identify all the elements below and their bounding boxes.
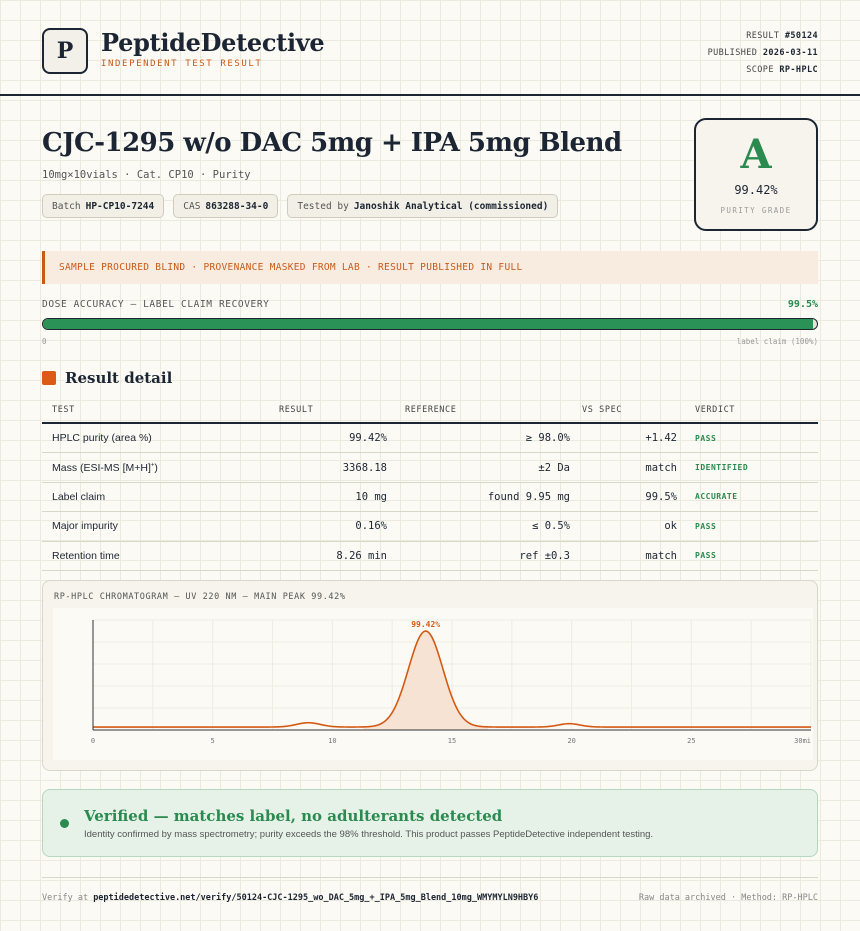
grade-value: 99.42% bbox=[734, 183, 778, 197]
x-tick-label: 30mi bbox=[794, 737, 811, 745]
x-tick-label: 10 bbox=[328, 737, 336, 745]
main-peak-label: 99.42% bbox=[411, 620, 440, 629]
x-tick-label: 20 bbox=[567, 737, 575, 745]
cell-reference: ±2 Da bbox=[538, 461, 570, 474]
dose-accuracy-bar bbox=[42, 318, 818, 330]
x-tick-label: 15 bbox=[448, 737, 456, 745]
col-test: TEST bbox=[52, 404, 75, 415]
meta-scope: SCOPE RP-HPLC bbox=[746, 65, 818, 75]
cell-vs-spec: ok bbox=[664, 520, 677, 533]
page-header: P PeptideDetective INDEPENDENT TEST RESU… bbox=[0, 0, 860, 96]
cell-test: Major impurity bbox=[52, 520, 118, 533]
x-tick-label: 5 bbox=[211, 737, 215, 745]
section-title: Result detail bbox=[65, 369, 173, 387]
chromatogram-title: RP-HPLC CHROMATOGRAM — UV 220 NM — MAIN … bbox=[54, 592, 346, 602]
verify-prefix: Verify at bbox=[42, 893, 89, 903]
verify-link-line: Verify at peptidedetective.net/verify/50… bbox=[42, 893, 538, 903]
cell-vs-spec: match bbox=[645, 461, 677, 474]
col-vs-spec: VS SPEC bbox=[582, 404, 623, 415]
cell-result: 0.16% bbox=[355, 520, 387, 533]
verified-title: Verified — matches label, no adulterants… bbox=[84, 807, 503, 825]
cell-verdict: PASS bbox=[695, 433, 717, 443]
cell-test: Label claim bbox=[52, 490, 106, 503]
cas-chip: CAS 863288-34-0 bbox=[173, 194, 279, 218]
result-detail-heading: Result detail bbox=[42, 369, 172, 387]
cell-verdict: PASS bbox=[695, 551, 717, 561]
verified-body: Identity confirmed by mass spectrometry;… bbox=[84, 829, 654, 840]
brand-tagline: INDEPENDENT TEST RESULT bbox=[101, 59, 263, 69]
dose-accuracy-value: 99.5% bbox=[787, 299, 818, 310]
meta-result: RESULT #50124 bbox=[746, 31, 818, 41]
col-reference: REFERENCE bbox=[405, 404, 457, 415]
product-title: CJC-1295 w/o DAC 5mg + IPA 5mg Blend bbox=[42, 128, 622, 158]
table-row: Label claim 10 mg found 9.95 mg 99.5% AC… bbox=[42, 483, 818, 513]
batch-chip: Batch HP-CP10-7244 bbox=[42, 194, 165, 218]
x-tick-label: 0 bbox=[91, 737, 95, 745]
col-verdict: VERDICT bbox=[695, 404, 736, 415]
table-header: TEST RESULT REFERENCE VS SPEC VERDICT bbox=[42, 397, 818, 424]
product-subline: 10mg×10vials · Cat. CP10 · Purity bbox=[42, 169, 251, 181]
cell-test: HPLC purity (area %) bbox=[52, 432, 152, 445]
verified-panel: Verified — matches label, no adulterants… bbox=[42, 789, 818, 857]
footer-divider bbox=[42, 877, 818, 878]
verified-dot-icon bbox=[60, 819, 69, 828]
cell-vs-spec: +1.42 bbox=[645, 432, 677, 445]
dose-min-label: 0 bbox=[42, 337, 47, 346]
purity-grade-card: A 99.42% PURITY GRADE bbox=[694, 118, 818, 231]
cell-result: 99.42% bbox=[349, 432, 387, 445]
brand-logo: P bbox=[42, 28, 88, 74]
cell-result: 8.26 min bbox=[336, 549, 387, 562]
dose-max-label: label claim (100%) bbox=[736, 337, 818, 346]
cell-result: 3368.18 bbox=[342, 461, 387, 474]
verify-url-link[interactable]: peptidedetective.net/verify/50124-CJC-12… bbox=[93, 893, 538, 903]
cell-result: 10 mg bbox=[355, 490, 387, 503]
table-row: HPLC purity (area %) 99.42% ≥ 98.0% +1.4… bbox=[42, 424, 818, 454]
table-row: Major impurity 0.16% ≤ 0.5% ok PASS bbox=[42, 512, 818, 542]
col-result: RESULT bbox=[279, 404, 314, 415]
meta-published: PUBLISHED 2026-03-11 bbox=[707, 48, 818, 58]
cell-vs-spec: match bbox=[645, 549, 677, 562]
grade-letter: A bbox=[740, 131, 772, 178]
dose-accuracy-fill bbox=[43, 319, 814, 329]
chromatogram-panel: RP-HPLC CHROMATOGRAM — UV 220 NM — MAIN … bbox=[42, 580, 818, 771]
table-row: Retention time 8.26 min ref ±0.3 match P… bbox=[42, 542, 818, 571]
cell-reference: ≥ 98.0% bbox=[525, 432, 570, 445]
x-tick-label: 25 bbox=[687, 737, 695, 745]
cell-verdict: IDENTIFIED bbox=[695, 463, 749, 473]
cell-reference: ≤ 0.5% bbox=[532, 520, 570, 533]
cell-vs-spec: 99.5% bbox=[645, 490, 677, 503]
grade-label: PURITY GRADE bbox=[720, 206, 792, 215]
product-chips: Batch HP-CP10-7244 CAS 863288-34-0 Tested … bbox=[42, 194, 559, 218]
cell-test: Retention time bbox=[52, 549, 120, 562]
cell-verdict: ACCURATE bbox=[695, 492, 738, 502]
dose-accuracy-label: DOSE ACCURACY — LABEL CLAIM RECOVERY bbox=[42, 299, 270, 310]
brand-name: PeptideDetective bbox=[101, 28, 325, 57]
result-table: TEST RESULT REFERENCE VS SPEC VERDICT HP… bbox=[42, 397, 818, 571]
footer-method: Raw data archived · Method: RP-HPLC bbox=[638, 893, 818, 903]
section-marker-icon bbox=[42, 371, 56, 385]
result-meta: RESULT #50124 PUBLISHED 2026-03-11 SCOPE… bbox=[708, 28, 818, 79]
chromatogram-chart: 0 5 10 15 20 25 30mi 99.42% bbox=[53, 608, 813, 760]
cell-verdict: PASS bbox=[695, 521, 717, 531]
cell-test: Mass (ESI-MS [M+H]+) bbox=[52, 461, 158, 474]
tested-by-chip: Tested by Janoshik Analytical (commission… bbox=[287, 194, 559, 218]
blind-sample-banner: SAMPLE PROCURED BLIND · PROVENANCE MASKE… bbox=[42, 251, 818, 284]
cell-reference: ref ±0.3 bbox=[519, 549, 570, 562]
table-row: Mass (ESI-MS [M+H]+) 3368.18 ±2 Da match… bbox=[42, 453, 818, 483]
cell-reference: found 9.95 mg bbox=[487, 490, 570, 503]
